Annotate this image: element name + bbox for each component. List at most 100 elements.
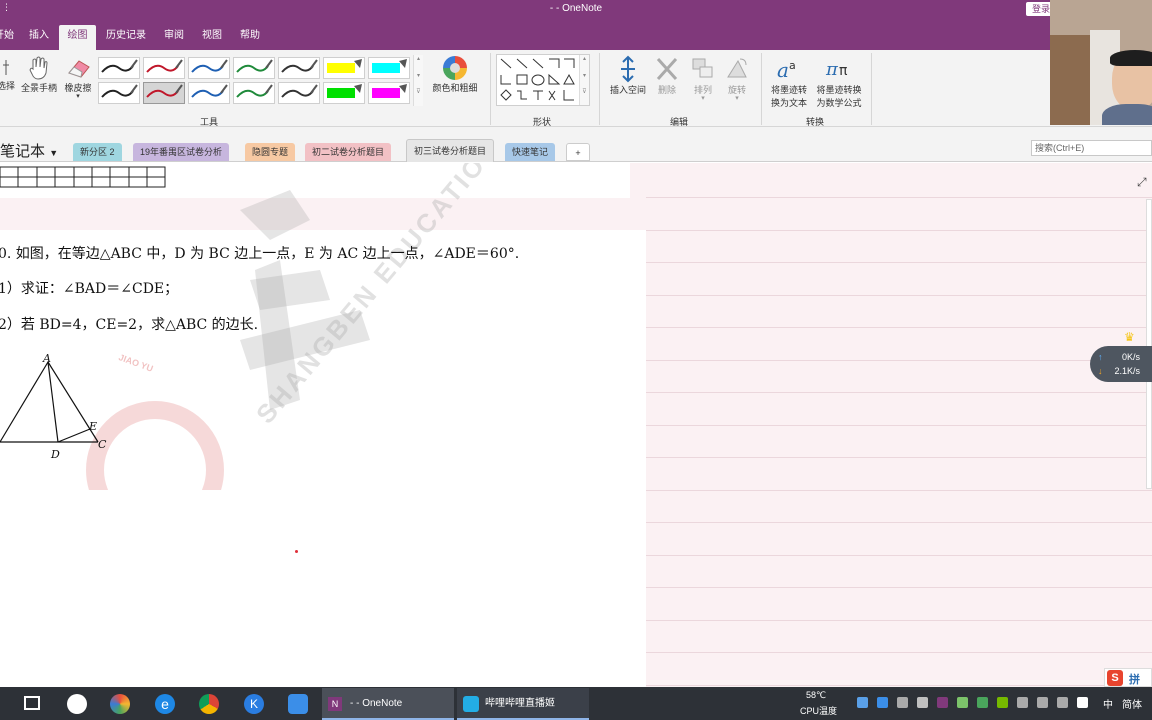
feishu-icon[interactable] — [288, 694, 308, 714]
ink-to-math-icon: ππ — [825, 59, 848, 80]
network-icon[interactable] — [1017, 697, 1028, 708]
section-tab[interactable]: 快速笔记 — [505, 143, 556, 161]
pen-swatch[interactable] — [278, 57, 320, 79]
ribbon-tabs: 开始 插入 绘图 历史记录 审阅 视图 帮助 — [0, 18, 1152, 50]
download-speed: 2.1K/s — [1114, 366, 1140, 376]
color-thickness-button[interactable]: 颜色和粗细 — [428, 55, 482, 94]
shapes-gallery-scroll[interactable]: ▴ ▾ ⊽ — [579, 55, 589, 105]
section-tab[interactable]: 19年番禺区试卷分析 — [133, 143, 230, 161]
rule-line — [646, 652, 1152, 653]
pen-swatch[interactable] — [368, 82, 410, 104]
pen-swatch[interactable] — [278, 82, 320, 104]
rule-line — [646, 555, 1152, 556]
pen-swatch[interactable] — [98, 82, 140, 104]
pens-gallery-scroll[interactable]: ▴ ▾ ⊽ — [413, 55, 423, 106]
ink-to-math-label-2: 为数学公式 — [816, 98, 862, 108]
tab-view[interactable]: 视图 — [199, 25, 225, 50]
section-tab-active[interactable]: 初三试卷分析题目 — [406, 139, 495, 162]
shield-icon[interactable] — [877, 697, 888, 708]
download-arrow-icon: ↓ — [1098, 366, 1103, 376]
add-section-button[interactable]: + — [566, 143, 590, 161]
taskbar: e K N - - OneNote 哔哩哔哩直播姬 58℃ CPU温度 中 简体 — [0, 687, 1152, 720]
browser-icon[interactable] — [67, 694, 87, 714]
section-tab[interactable]: 初二试卷分析题目 — [305, 143, 392, 161]
colorful-app-icon[interactable] — [110, 694, 130, 714]
cloud-icon[interactable] — [857, 697, 868, 708]
arrange-button[interactable]: 排列 ▾ — [688, 55, 718, 102]
page-canvas[interactable]: SHANGBEN EDUCATION JIAO YU 0. 如图，在等边△ABC… — [0, 163, 1152, 687]
network-speed-widget: ↑ 0K/s ↓ 2.1K/s — [1090, 346, 1152, 382]
k-app-icon[interactable]: K — [244, 694, 264, 714]
select-button[interactable]: 选择 — [0, 57, 16, 92]
ink-to-text-button[interactable]: aa 将墨迹转 换为文本 — [766, 55, 812, 109]
pen-swatch[interactable] — [188, 82, 230, 104]
pen-swatch[interactable] — [143, 82, 185, 104]
delete-x-icon — [656, 57, 678, 81]
section-tab[interactable]: 隐圆专题 — [245, 143, 296, 161]
chrome-icon[interactable] — [199, 694, 219, 714]
shapes-gallery[interactable]: ▴ ▾ ⊽ — [496, 54, 590, 106]
onenote-tray-icon[interactable] — [937, 697, 948, 708]
insert-space-button[interactable]: 插入空间 — [606, 55, 650, 96]
cpu-temp-label: CPU温度 — [800, 706, 838, 716]
rotate-label: 旋转 — [727, 85, 746, 95]
pan-hand-button[interactable]: 全景手柄 — [18, 55, 60, 94]
notebook-name: 笔记本 — [0, 143, 46, 160]
tab-help[interactable]: 帮助 — [237, 25, 263, 50]
point-e-label: E — [89, 420, 98, 433]
pen-swatch[interactable] — [233, 82, 275, 104]
notebook-selector[interactable]: 笔记本 ▼ — [0, 140, 58, 161]
tab-home[interactable]: 开始 — [0, 25, 14, 50]
sogou-mode: 拼 — [1129, 674, 1140, 686]
window-title: - - OneNote — [549, 3, 603, 14]
ink-to-text-icon: aa — [777, 58, 796, 82]
tab-draw[interactable]: 绘图 — [59, 25, 96, 50]
section-tab[interactable]: 新分区 2 — [73, 143, 122, 161]
green-app-icon[interactable] — [977, 697, 988, 708]
taskbar-app-label: - - OneNote — [350, 698, 403, 709]
pen-swatch[interactable] — [368, 57, 410, 79]
taskbar-app-label: 哔哩哔哩直播姬 — [485, 698, 555, 709]
delete-button[interactable]: 删除 — [652, 55, 682, 96]
rotate-dropdown-icon[interactable]: ▾ — [722, 95, 752, 102]
delete-label: 删除 — [657, 85, 676, 95]
expand-icon[interactable]: ⤢ — [1137, 175, 1147, 190]
internet-explorer-icon[interactable]: e — [155, 694, 175, 714]
taskbar-app-bilibili[interactable]: 哔哩哔哩直播姬 — [457, 688, 589, 720]
volume-icon[interactable] — [1057, 697, 1068, 708]
select-label: 选择 — [0, 81, 15, 91]
pen-swatch[interactable] — [188, 57, 230, 79]
ribbon-separator — [871, 53, 872, 125]
hand-icon — [29, 56, 48, 80]
pen-swatch[interactable] — [98, 57, 140, 79]
keyboard-icon[interactable] — [1077, 697, 1088, 708]
ime-chinese[interactable]: 中 — [1103, 696, 1113, 711]
nvidia-icon[interactable] — [997, 697, 1008, 708]
search-input[interactable]: 搜索(Ctrl+E) — [1031, 140, 1152, 156]
point-c-label: C — [98, 438, 107, 451]
taskbar-app-onenote[interactable]: N - - OneNote — [322, 688, 454, 720]
eraser-button[interactable]: 橡皮擦 ▾ — [62, 55, 94, 100]
people-icon[interactable] — [917, 697, 928, 708]
tab-insert[interactable]: 插入 — [26, 25, 52, 50]
sogou-ime-bar[interactable]: S 拼 — [1104, 668, 1152, 687]
color-label: 颜色和粗细 — [432, 83, 478, 93]
bilibili-icon — [463, 696, 479, 712]
pen-swatch[interactable] — [143, 57, 185, 79]
task-view-icon[interactable] — [24, 696, 40, 710]
screen-icon[interactable] — [957, 697, 968, 708]
eraser-dropdown-icon[interactable]: ▾ — [62, 93, 94, 100]
wifi-icon[interactable] — [1037, 697, 1048, 708]
ink-to-math-button[interactable]: ππ 将墨迹转换 为数学公式 — [812, 55, 866, 109]
tab-review[interactable]: 审阅 — [161, 25, 187, 50]
rule-line — [646, 457, 1152, 458]
rotate-button[interactable]: 旋转 ▾ — [722, 55, 752, 102]
vertical-scrollbar[interactable] — [1146, 199, 1152, 489]
tab-history[interactable]: 历史记录 — [103, 25, 149, 50]
pen-swatch[interactable] — [323, 57, 365, 79]
pen-swatch[interactable] — [233, 57, 275, 79]
arrange-dropdown-icon[interactable]: ▾ — [688, 95, 718, 102]
bluetooth-icon[interactable] — [897, 697, 908, 708]
pen-swatch[interactable] — [323, 82, 365, 104]
ime-simplified[interactable]: 简体 — [1122, 696, 1142, 711]
